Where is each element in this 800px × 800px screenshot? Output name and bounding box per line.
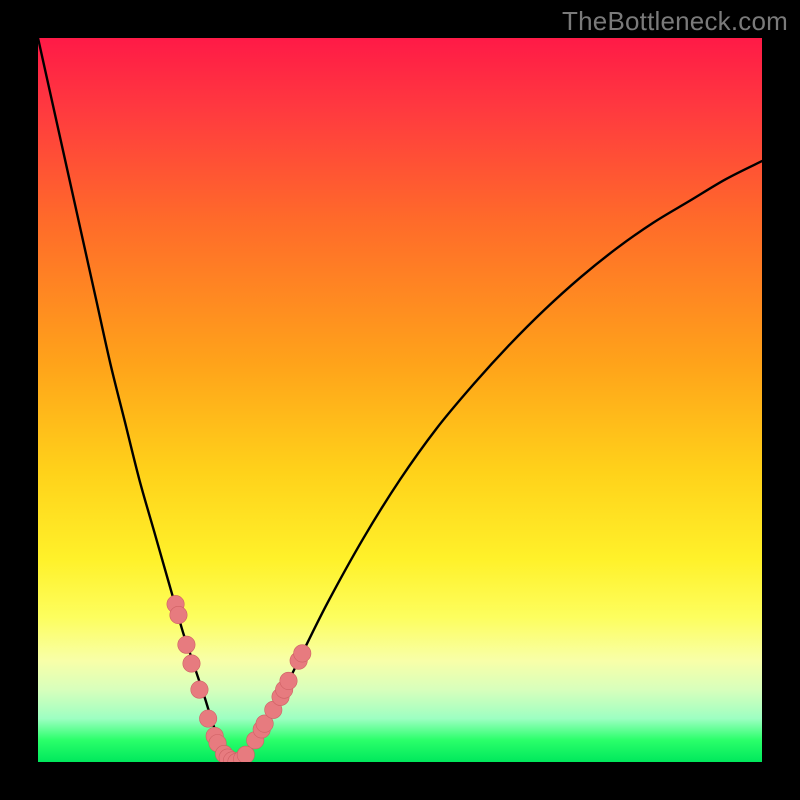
chart-frame: TheBottleneck.com — [0, 0, 800, 800]
chart-svg — [38, 38, 762, 762]
watermark-text: TheBottleneck.com — [562, 6, 788, 37]
data-marker — [191, 681, 208, 698]
data-marker — [199, 710, 216, 727]
data-marker — [178, 636, 195, 653]
data-marker — [280, 672, 297, 689]
data-marker — [170, 606, 187, 623]
bottleneck-curve — [38, 38, 762, 762]
marker-group — [167, 595, 311, 762]
data-marker — [183, 655, 200, 672]
data-marker — [294, 645, 311, 662]
plot-area — [38, 38, 762, 762]
